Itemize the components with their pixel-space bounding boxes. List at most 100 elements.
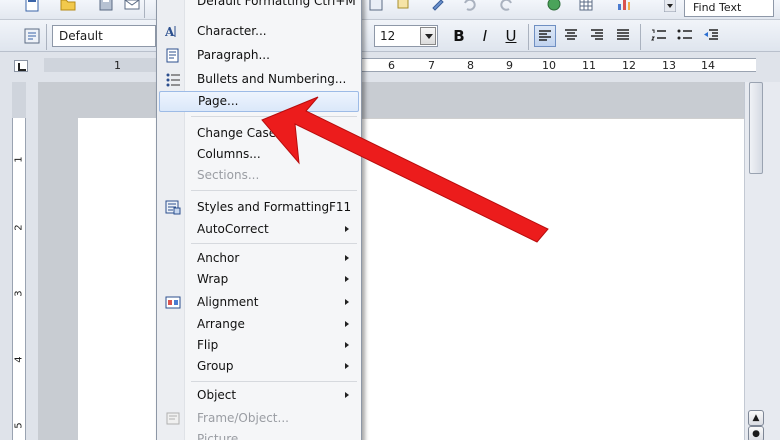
font-size-select[interactable]: 12 bbox=[374, 25, 438, 47]
italic-button[interactable]: I bbox=[474, 25, 496, 47]
underline-button[interactable]: U bbox=[500, 25, 522, 47]
menu-item-anchor[interactable]: Anchor bbox=[159, 248, 359, 269]
menu-item-autocorrect[interactable]: AutoCorrect bbox=[159, 219, 359, 240]
ruler-label: 9 bbox=[506, 59, 513, 72]
ruler-label: 1 bbox=[13, 156, 25, 163]
find-text-input[interactable]: Find Text bbox=[684, 0, 774, 17]
frame-object-icon bbox=[166, 412, 180, 425]
copy-icon[interactable] bbox=[396, 0, 412, 12]
font-size-value: 12 bbox=[380, 29, 396, 43]
menu-item-picture: Picture... bbox=[159, 429, 359, 440]
dropdown-arrow-icon[interactable] bbox=[664, 0, 676, 12]
align-center-icon bbox=[565, 29, 577, 40]
bullets-numbering-icon bbox=[166, 73, 180, 87]
export-pdf-icon[interactable] bbox=[368, 0, 384, 12]
numbering-icon bbox=[651, 29, 666, 41]
menu-item-page[interactable]: Page... bbox=[159, 91, 359, 112]
svg-text:A: A bbox=[165, 25, 175, 39]
menu-item-default-formatting[interactable]: Default Formatting Ctrl+M bbox=[159, 0, 359, 13]
character-icon: A bbox=[165, 25, 176, 39]
bullets-icon bbox=[677, 29, 692, 40]
menu-item-label: Paragraph... bbox=[197, 48, 270, 62]
menu-item-label: Columns... bbox=[197, 147, 261, 161]
menu-item-change-case[interactable]: Change Case bbox=[159, 123, 359, 144]
vertical-ruler[interactable]: 1 2 3 4 5 bbox=[0, 82, 38, 440]
menu-item-group[interactable]: Group bbox=[159, 356, 359, 377]
menu-item-label: Bullets and Numbering... bbox=[197, 72, 347, 86]
align-left-button[interactable] bbox=[534, 25, 556, 47]
justify-button[interactable] bbox=[612, 25, 634, 47]
save-icon[interactable] bbox=[98, 0, 114, 12]
menu-item-label: Object bbox=[197, 388, 237, 402]
menu-item-styles-and-formatting[interactable]: Styles and Formatting F11 bbox=[159, 197, 359, 218]
ruler-label: 5 bbox=[13, 422, 25, 429]
menu-item-label: Wrap bbox=[197, 272, 229, 286]
vertical-scrollbar[interactable]: ▲ ● bbox=[744, 82, 780, 440]
previous-page-icon[interactable]: ▲ bbox=[748, 410, 764, 426]
menu-item-label: Default Formatting Ctrl+M bbox=[197, 0, 356, 8]
menu-item-label: Group bbox=[197, 359, 234, 373]
align-right-icon bbox=[591, 29, 603, 40]
undo-icon[interactable] bbox=[462, 0, 478, 12]
menu-item-alignment[interactable]: Alignment bbox=[159, 292, 359, 313]
menu-item-label: Styles and Formatting bbox=[197, 200, 330, 214]
bold-button[interactable]: B bbox=[448, 25, 470, 47]
ruler-label: 6 bbox=[388, 59, 395, 72]
standard-toolbar: Find Text bbox=[0, 0, 780, 20]
ruler-label: 12 bbox=[622, 59, 636, 72]
menu-item-object[interactable]: Object bbox=[159, 385, 359, 406]
menu-item-arrange[interactable]: Arrange bbox=[159, 314, 359, 335]
menu-item-character[interactable]: A Character... bbox=[159, 21, 359, 42]
ruler-label: 2 bbox=[13, 224, 25, 231]
scrollbar-thumb[interactable] bbox=[749, 82, 763, 174]
align-center-button[interactable] bbox=[560, 25, 582, 47]
menu-item-label: Arrange bbox=[197, 317, 245, 331]
chart-icon[interactable] bbox=[616, 0, 632, 12]
insert-table-icon[interactable] bbox=[578, 0, 594, 12]
paragraph-icon bbox=[166, 48, 179, 63]
styles-icon[interactable] bbox=[24, 28, 40, 44]
menu-item-bullets-and-numbering[interactable]: Bullets and Numbering... bbox=[159, 69, 359, 90]
menu-separator bbox=[191, 381, 357, 382]
menu-item-label: Character... bbox=[197, 24, 267, 38]
menu-separator bbox=[191, 190, 357, 191]
menu-item-columns[interactable]: Columns... bbox=[159, 144, 359, 165]
tab-type-selector-icon[interactable] bbox=[14, 60, 28, 72]
toolbar-separator bbox=[640, 24, 641, 50]
font-size-dropdown-icon[interactable] bbox=[420, 27, 436, 45]
toolbar-separator bbox=[528, 24, 529, 50]
submenu-arrow-icon bbox=[345, 299, 352, 305]
toolbar-separator bbox=[144, 0, 145, 18]
bullets-button[interactable] bbox=[674, 25, 696, 47]
ruler-label: 8 bbox=[467, 59, 474, 72]
menu-separator bbox=[191, 243, 357, 244]
open-folder-icon[interactable] bbox=[60, 0, 76, 12]
ruler-label: 3 bbox=[13, 290, 25, 297]
ruler-label: 1 bbox=[114, 59, 121, 72]
align-right-button[interactable] bbox=[586, 25, 608, 47]
submenu-arrow-icon bbox=[345, 226, 352, 232]
menu-item-paragraph[interactable]: Paragraph... bbox=[159, 45, 359, 66]
submenu-arrow-icon bbox=[345, 130, 352, 136]
menu-item-label: Picture... bbox=[197, 432, 250, 440]
navigation-icon[interactable]: ● bbox=[748, 426, 764, 440]
menu-item-wrap[interactable]: Wrap bbox=[159, 269, 359, 290]
numbering-button[interactable] bbox=[648, 25, 670, 47]
text-boundary bbox=[300, 118, 744, 119]
align-left-icon bbox=[539, 30, 551, 41]
redo-icon[interactable] bbox=[498, 0, 514, 12]
navigator-icon[interactable] bbox=[546, 0, 562, 12]
ruler-label: 11 bbox=[582, 59, 596, 72]
menu-item-label: AutoCorrect bbox=[197, 222, 269, 236]
paragraph-style-select[interactable]: Default bbox=[52, 25, 156, 47]
menu-item-flip[interactable]: Flip bbox=[159, 335, 359, 356]
horizontal-ruler[interactable]: 1 6 7 8 9 10 11 12 13 14 bbox=[0, 52, 780, 82]
submenu-arrow-icon bbox=[345, 255, 352, 261]
new-document-icon[interactable] bbox=[24, 0, 40, 12]
email-icon[interactable] bbox=[124, 0, 140, 12]
decrease-indent-button[interactable] bbox=[700, 25, 722, 47]
menu-item-sections: Sections... bbox=[159, 165, 359, 186]
alignment-icon bbox=[165, 296, 181, 309]
menu-separator bbox=[191, 116, 357, 117]
format-paintbrush-icon[interactable] bbox=[430, 0, 446, 12]
